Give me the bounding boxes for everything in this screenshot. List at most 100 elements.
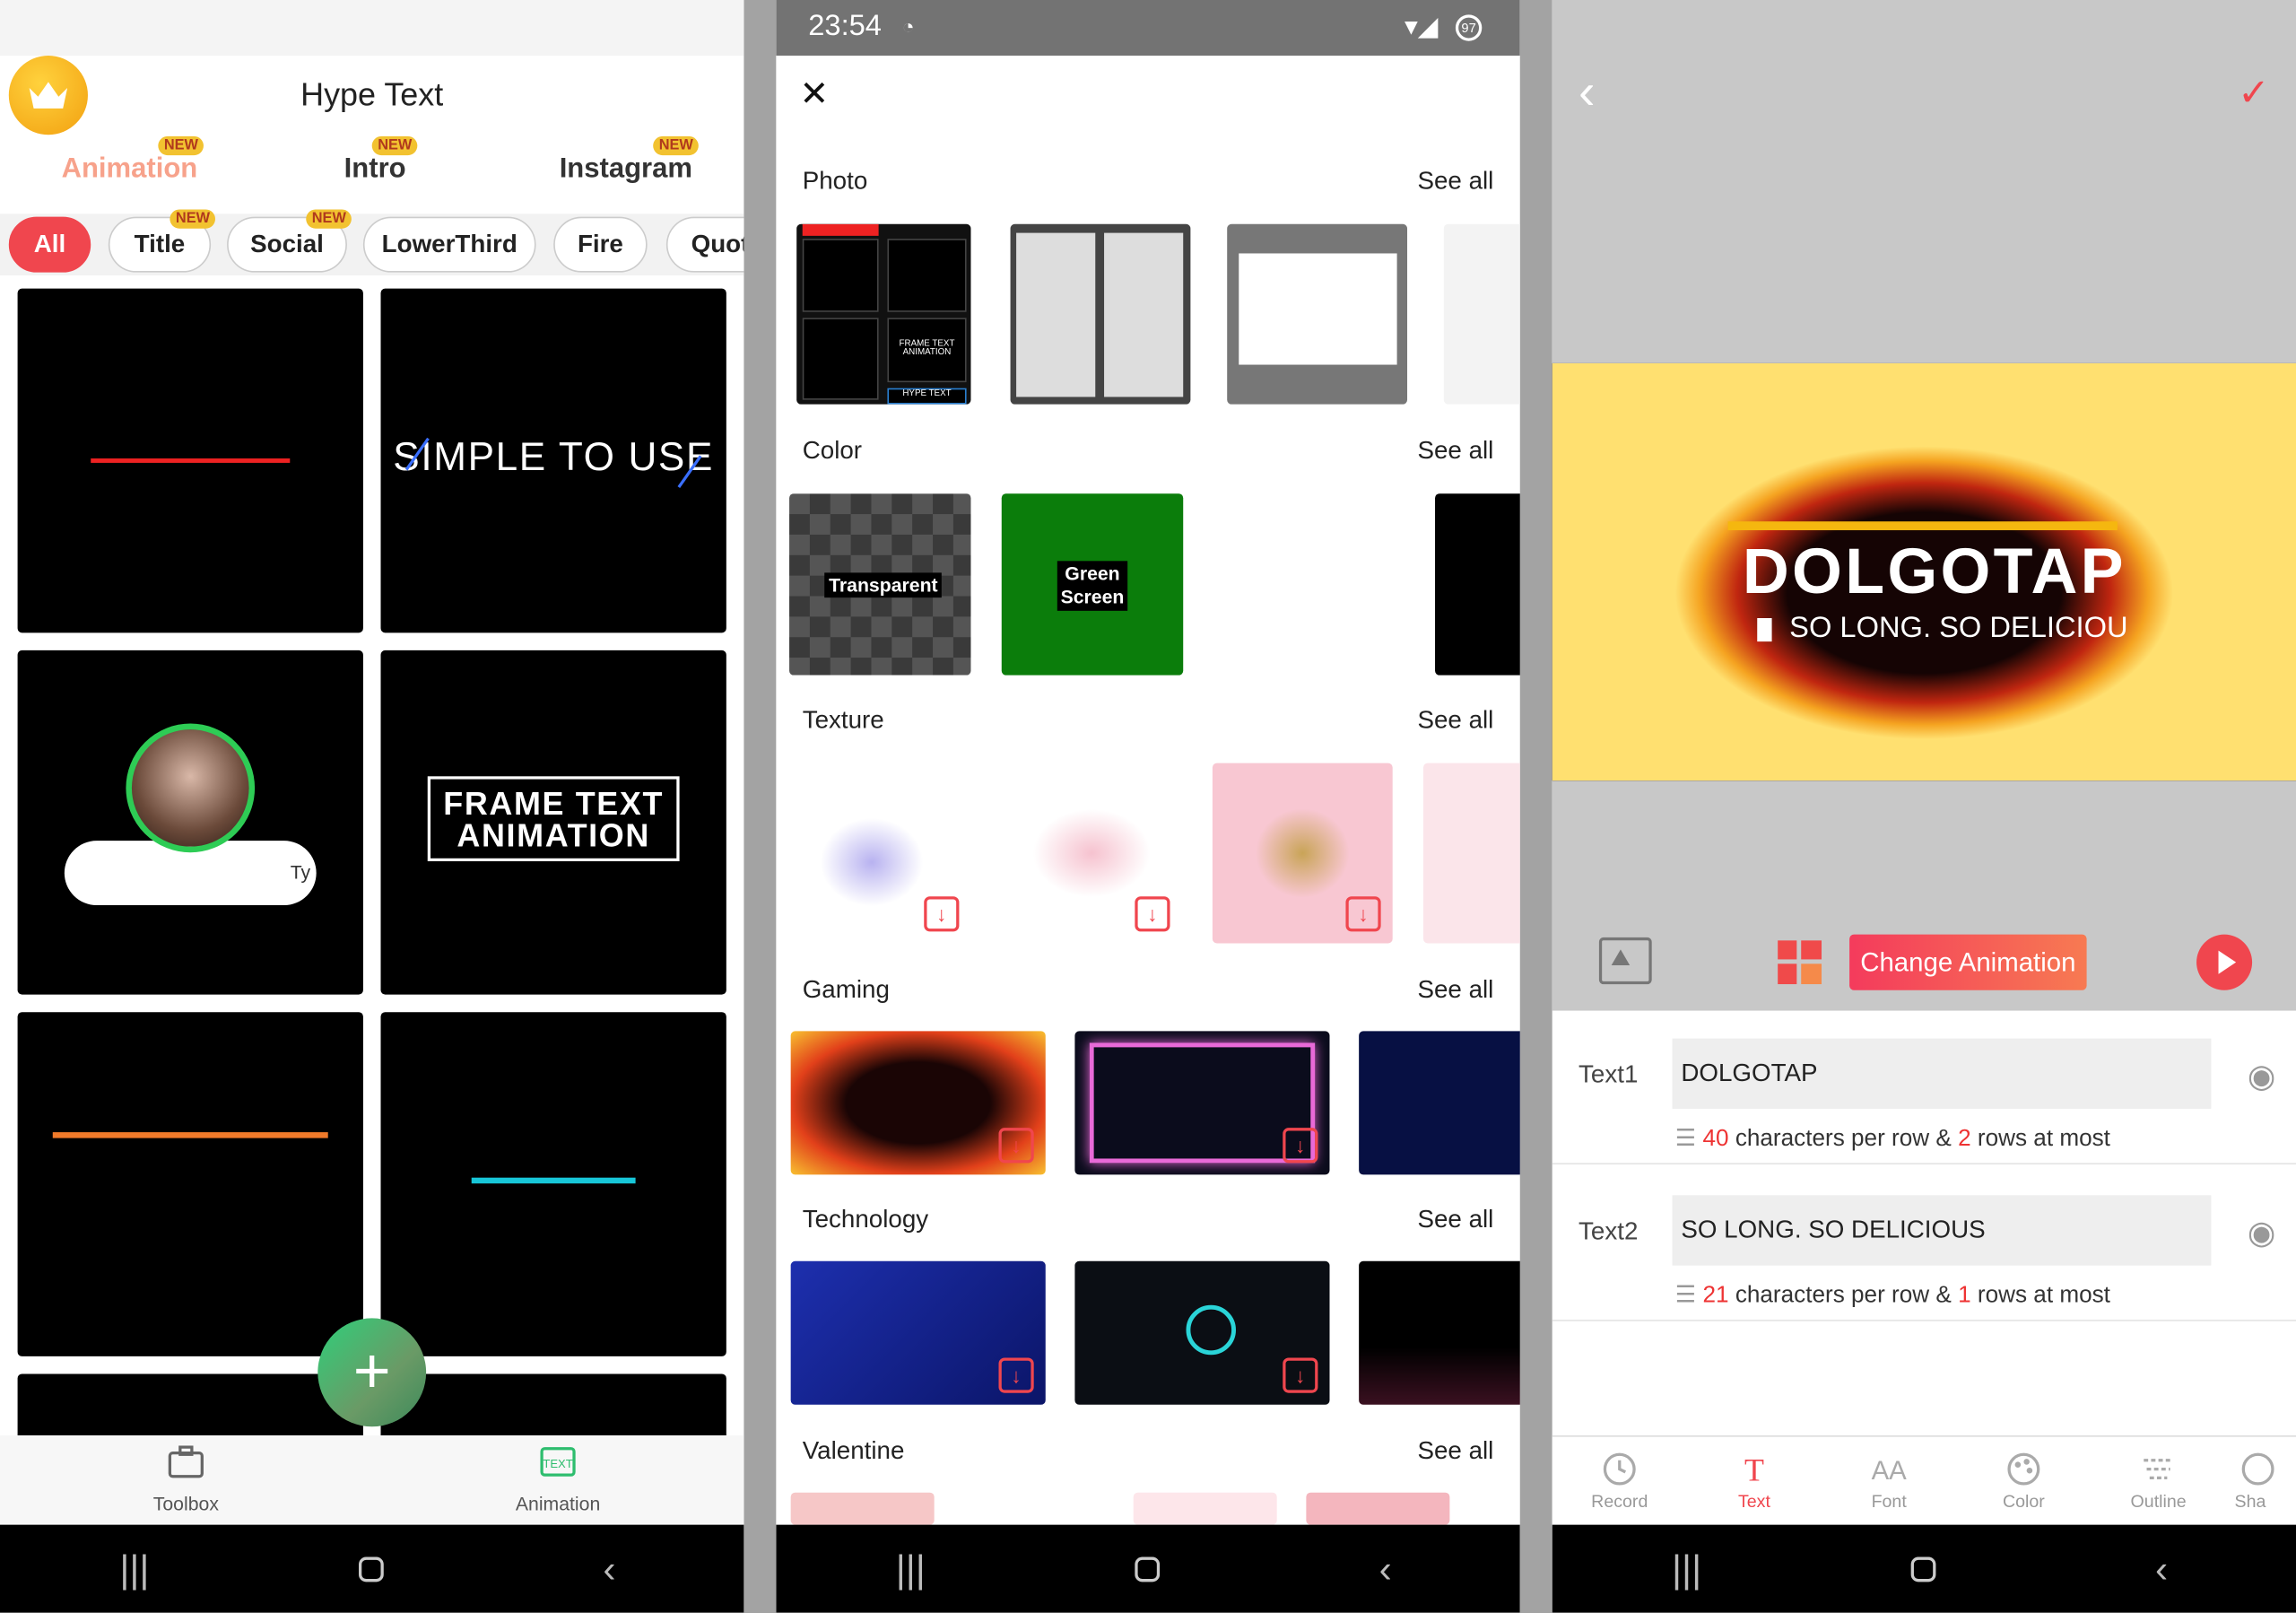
- template-tile-cyan-line[interactable]: [380, 1012, 726, 1356]
- animation-preview: DOLGOTAP SO LONG. SO DELICIOU: [1552, 362, 2296, 781]
- template-tile-orange-line[interactable]: [17, 1012, 363, 1356]
- bottom-tab-label: Animation: [515, 1492, 601, 1515]
- template-grid-button[interactable]: [1778, 940, 1822, 985]
- tool-shadow[interactable]: Sha: [2235, 1449, 2296, 1512]
- play-button[interactable]: [2196, 934, 2253, 990]
- download-icon[interactable]: ↓: [1135, 896, 1170, 932]
- template-tile-simple-to-use[interactable]: SIMPLE TO USE: [380, 288, 726, 633]
- color-label: Transparent: [824, 572, 943, 598]
- color-green-screen[interactable]: Green Screen: [1001, 493, 1184, 676]
- download-icon[interactable]: ↓: [924, 896, 960, 932]
- text-field-label: Text1: [1578, 1060, 1639, 1089]
- editor-toolbar: Record T Text AA Font Color Outline Sha: [1552, 1435, 2296, 1527]
- system-nav-bar: ||| ‹: [0, 1524, 744, 1613]
- text1-input[interactable]: DOLGOTAP: [1672, 1038, 2212, 1109]
- create-button[interactable]: +: [317, 1318, 427, 1427]
- photo-thumb[interactable]: [1443, 223, 1520, 405]
- texture-thumb[interactable]: ↓: [1001, 763, 1182, 944]
- tech-thumb-hud[interactable]: ↓: [1074, 1260, 1330, 1405]
- template-tile-profile-bubble[interactable]: Ty: [17, 650, 363, 995]
- recent-apps-button[interactable]: |||: [1643, 1546, 1731, 1591]
- close-button[interactable]: ✕: [799, 74, 829, 116]
- tab-instagram[interactable]: Instagram: [560, 153, 692, 186]
- photo-thumb[interactable]: FRAME TEXT ANIMATION HYPE TEXT: [796, 223, 971, 405]
- text2-limit-hint: ☰ 21 characters per row & 1 rows at most: [1675, 1280, 2110, 1310]
- download-icon[interactable]: ↓: [998, 1357, 1034, 1393]
- back-button[interactable]: ‹: [565, 1546, 653, 1591]
- hype-text-home-panel: Hype Text Animation NEW Intro NEW Instag…: [0, 0, 744, 1613]
- see-all-link[interactable]: See all: [1417, 167, 1493, 196]
- home-button[interactable]: [1911, 1556, 1937, 1582]
- texture-thumb[interactable]: [1422, 763, 1520, 944]
- home-button[interactable]: [359, 1556, 385, 1582]
- download-icon[interactable]: ↓: [1283, 1357, 1318, 1393]
- back-button[interactable]: ‹: [1578, 65, 1595, 122]
- see-all-link[interactable]: See all: [1417, 1437, 1493, 1467]
- recent-apps-button[interactable]: |||: [866, 1546, 954, 1591]
- wifi-signal-icon: ▾◢: [1404, 12, 1439, 41]
- recent-apps-button[interactable]: |||: [91, 1546, 178, 1591]
- color-transparent[interactable]: Transparent: [789, 493, 971, 676]
- chip-lowerthird[interactable]: LowerThird: [362, 216, 536, 273]
- tab-intro[interactable]: Intro: [344, 153, 406, 186]
- new-badge: NEW: [170, 209, 216, 229]
- template-tile[interactable]: [17, 1373, 363, 1436]
- hud-circle: [1186, 1304, 1236, 1356]
- text-editor-panel: ‹ ✓ DOLGOTAP SO LONG. SO DELICIOU ⛰ Chan…: [1552, 0, 2296, 1613]
- download-icon[interactable]: ↓: [998, 1128, 1034, 1164]
- texture-thumb[interactable]: ↓: [1212, 763, 1393, 944]
- download-icon[interactable]: ↓: [1345, 896, 1381, 932]
- see-all-link[interactable]: See all: [1417, 437, 1493, 466]
- color-white[interactable]: [1218, 493, 1400, 676]
- bottom-tab-toolbox[interactable]: Toolbox: [91, 1435, 281, 1514]
- status-bar: 23:54 ◔ ▾◢ 97: [776, 0, 1520, 57]
- text-field-label: Text2: [1578, 1216, 1639, 1245]
- home-button[interactable]: [1135, 1556, 1161, 1582]
- visibility-eye-icon[interactable]: ◉: [2248, 1058, 2275, 1095]
- photo-thumb[interactable]: [1227, 223, 1408, 405]
- neon-frame: [1089, 1042, 1316, 1164]
- text2-input[interactable]: SO LONG. SO DELICIOUS: [1672, 1195, 2212, 1266]
- color-black[interactable]: [1435, 493, 1520, 676]
- tech-thumb-particles[interactable]: [1359, 1260, 1520, 1405]
- confirm-button[interactable]: ✓: [2238, 70, 2270, 116]
- gaming-thumb-fire[interactable]: ↓: [790, 1031, 1046, 1175]
- valentine-thumb[interactable]: [1133, 1492, 1277, 1525]
- chip-quote[interactable]: Quote: [665, 216, 744, 273]
- valentine-thumb[interactable]: [1306, 1492, 1450, 1525]
- tool-record[interactable]: Record: [1561, 1449, 1678, 1512]
- preview-toggle-button[interactable]: ⛰: [1598, 937, 1652, 985]
- tool-text[interactable]: T Text: [1696, 1449, 1813, 1512]
- valentine-thumb[interactable]: [961, 1492, 1105, 1525]
- template-tile-red-line[interactable]: [17, 288, 363, 633]
- see-all-link[interactable]: See all: [1417, 706, 1493, 736]
- photo-thumb[interactable]: [1010, 223, 1191, 405]
- tab-label: Intro: [344, 153, 406, 185]
- tool-outline[interactable]: Outline: [2100, 1449, 2217, 1512]
- see-all-link[interactable]: See all: [1417, 975, 1493, 1005]
- bottom-tab-animation[interactable]: TEXT Animation: [463, 1435, 653, 1514]
- change-animation-button[interactable]: Change Animation: [1849, 934, 2087, 990]
- gaming-thumb-blue[interactable]: [1359, 1031, 1520, 1175]
- tool-label: Font: [1871, 1491, 1907, 1512]
- template-tile-frame-text[interactable]: FRAME TEXT ANIMATION: [380, 650, 726, 995]
- back-button[interactable]: ‹: [1342, 1546, 1430, 1591]
- see-all-link[interactable]: See all: [1417, 1206, 1493, 1235]
- download-icon[interactable]: ↓: [1283, 1128, 1318, 1164]
- chip-all[interactable]: All: [8, 216, 91, 273]
- tech-thumb-circuit[interactable]: ↓: [790, 1260, 1046, 1405]
- tab-animation[interactable]: Animation: [62, 153, 198, 186]
- gaming-thumb-neon[interactable]: ↓: [1074, 1031, 1330, 1175]
- template-tile[interactable]: [380, 1373, 726, 1436]
- back-button[interactable]: ‹: [2118, 1546, 2205, 1591]
- tool-font[interactable]: AA Font: [1831, 1449, 1948, 1512]
- texture-thumb[interactable]: ↓: [790, 763, 971, 944]
- tool-color[interactable]: Color: [1965, 1449, 2083, 1512]
- bubble-text: Ty: [290, 861, 311, 884]
- thumb-caption: HYPE TEXT: [887, 388, 967, 405]
- hint-text: characters per row &: [1728, 1126, 1959, 1152]
- visibility-eye-icon[interactable]: ◉: [2248, 1215, 2275, 1252]
- category-tabs: Animation NEW Intro NEW Instagram NEW: [0, 135, 744, 206]
- valentine-thumb[interactable]: [790, 1492, 935, 1525]
- chip-fire[interactable]: Fire: [553, 216, 648, 273]
